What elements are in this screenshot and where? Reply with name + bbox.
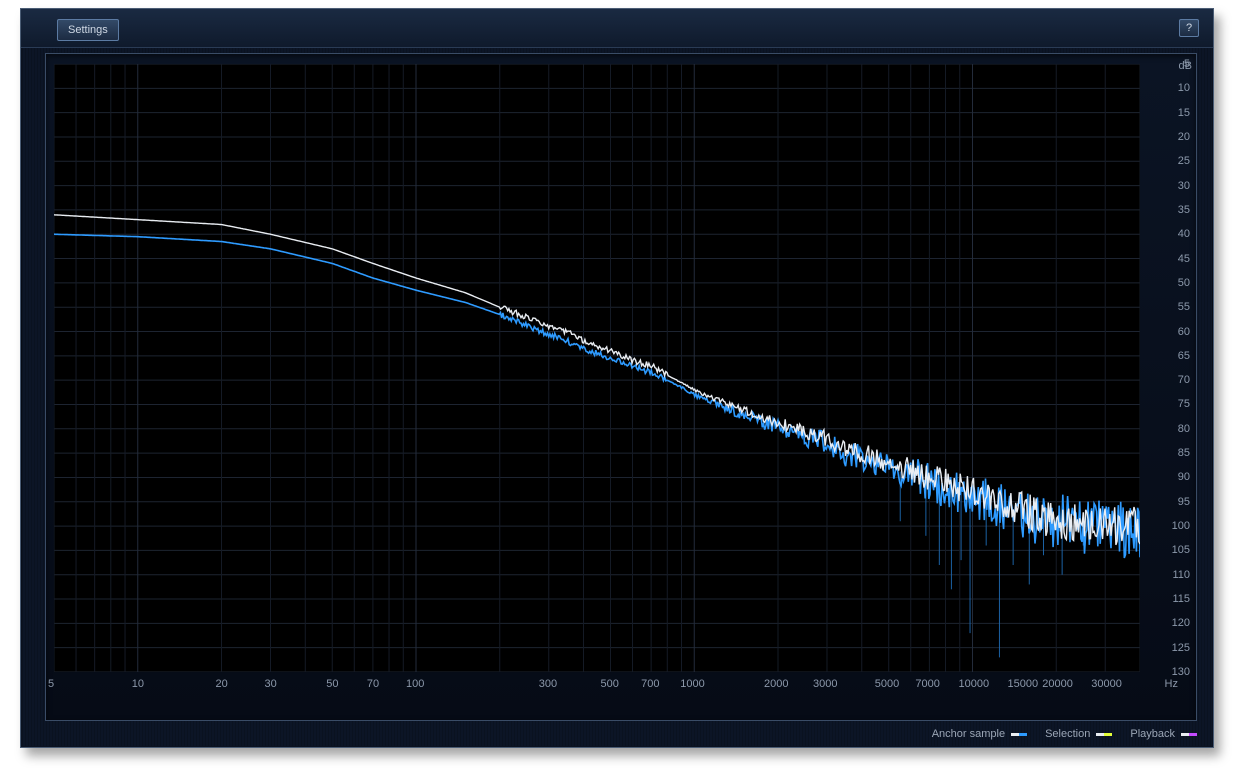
x-tick-label: 5: [48, 678, 54, 690]
y-tick-label: 90: [1178, 471, 1190, 483]
x-tick-label: 50: [326, 678, 338, 690]
x-tick-label: 20000: [1042, 678, 1073, 690]
y-tick-label: 5: [1184, 58, 1190, 70]
y-tick-label: 50: [1178, 277, 1190, 289]
y-tick-label: 100: [1172, 520, 1190, 532]
y-tick-label: 30: [1178, 180, 1190, 192]
y-tick-label: 10: [1178, 82, 1190, 94]
y-tick-label: 65: [1178, 350, 1190, 362]
y-tick-label: 60: [1178, 326, 1190, 338]
spectrum-window: Settings ? dB Hz 51015202530354045505560…: [20, 8, 1214, 748]
legend-entry[interactable]: Anchor sample: [932, 728, 1027, 740]
legend-swatch: [1096, 733, 1112, 736]
x-tick-label: 5000: [875, 678, 899, 690]
x-tick-label: 7000: [915, 678, 939, 690]
y-tick-label: 110: [1172, 569, 1190, 581]
legend-swatch: [1011, 733, 1027, 736]
x-tick-label: 30000: [1091, 678, 1122, 690]
y-tick-label: 70: [1178, 374, 1190, 386]
x-tick-label: 3000: [813, 678, 837, 690]
x-tick-label: 10: [132, 678, 144, 690]
x-tick-label: 700: [641, 678, 659, 690]
curves-layer: [54, 64, 1140, 672]
y-tick-label: 85: [1178, 447, 1190, 459]
x-tick-label: 15000: [1007, 678, 1038, 690]
legend-entry[interactable]: Playback: [1130, 728, 1197, 740]
x-tick-label: 30: [265, 678, 277, 690]
help-button[interactable]: ?: [1179, 19, 1199, 37]
x-tick-label: 70: [367, 678, 379, 690]
x-tick-label: 2000: [764, 678, 788, 690]
y-tick-label: 120: [1172, 617, 1190, 629]
y-tick-label: 80: [1178, 423, 1190, 435]
x-tick-label: 100: [406, 678, 424, 690]
x-tick-label: 20: [216, 678, 228, 690]
plot-bevel: dB Hz 5101520253035404550556065707580859…: [45, 53, 1197, 721]
y-tick-label: 25: [1178, 155, 1190, 167]
x-tick-label: 10000: [958, 678, 989, 690]
x-tick-label: 500: [600, 678, 618, 690]
spectrum-plot[interactable]: [54, 64, 1140, 672]
legend-label: Anchor sample: [932, 728, 1005, 740]
y-tick-label: 95: [1178, 496, 1190, 508]
x-tick-label: 300: [539, 678, 557, 690]
y-tick-label: 40: [1178, 228, 1190, 240]
y-tick-label: 35: [1178, 204, 1190, 216]
y-tick-label: 15: [1178, 107, 1190, 119]
topbar: Settings ?: [21, 9, 1213, 48]
y-tick-label: 105: [1172, 544, 1190, 556]
y-tick-label: 20: [1178, 131, 1190, 143]
legend: Anchor sample Selection Playback: [932, 725, 1197, 743]
legend-label: Selection: [1045, 728, 1090, 740]
y-tick-label: 55: [1178, 301, 1190, 313]
settings-button[interactable]: Settings: [57, 19, 119, 41]
legend-label: Playback: [1130, 728, 1175, 740]
x-axis-unit: Hz: [1165, 678, 1178, 690]
y-tick-label: 45: [1178, 253, 1190, 265]
y-tick-label: 130: [1172, 666, 1190, 678]
x-tick-label: 1000: [680, 678, 704, 690]
legend-entry[interactable]: Selection: [1045, 728, 1112, 740]
y-tick-label: 115: [1172, 593, 1190, 605]
y-tick-label: 125: [1172, 642, 1190, 654]
legend-swatch: [1181, 733, 1197, 736]
y-tick-label: 75: [1178, 398, 1190, 410]
